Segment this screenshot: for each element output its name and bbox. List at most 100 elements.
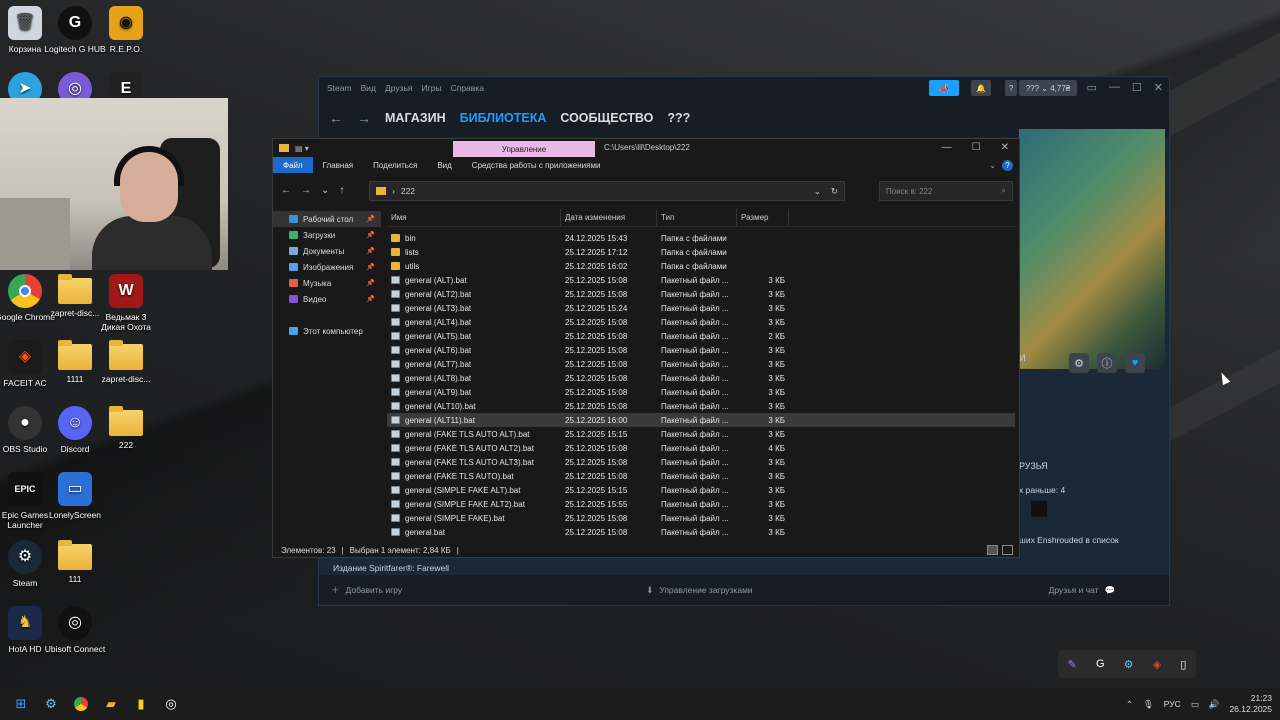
desktop-icon-111[interactable]: 111 bbox=[43, 540, 107, 584]
column-type[interactable]: Тип bbox=[657, 209, 737, 226]
back-arrow-icon[interactable]: ← bbox=[281, 185, 291, 196]
steam-icon[interactable]: ⚙ bbox=[36, 692, 66, 716]
file-row[interactable]: general (ALT3).bat 25.12.2025 15:24 Пакетн… bbox=[387, 301, 1015, 315]
tab-community[interactable]: СООБЩЕСТВО bbox=[560, 111, 653, 125]
ribbon-home[interactable]: Главная bbox=[313, 157, 363, 173]
quick-access-toolbar-icon[interactable]: ▤ ▾ bbox=[295, 144, 309, 153]
windows-start-icon[interactable]: ⊞ bbox=[6, 692, 36, 716]
steam-menu-help[interactable]: Справка bbox=[451, 83, 484, 93]
download-icon[interactable]: ⬇ bbox=[646, 585, 653, 596]
friend-avatar[interactable] bbox=[1031, 501, 1047, 517]
file-row[interactable]: general (SIMPLE FAKE ALT).bat 25.12.2025 … bbox=[387, 483, 1015, 497]
desktop-icon-zapret-2[interactable]: zapret-disc... bbox=[94, 340, 158, 384]
desktop-icon-lonelyscreen[interactable]: ▭ LonelyScreen bbox=[43, 472, 107, 520]
sidebar-item[interactable]: Загрузки 📌 bbox=[273, 227, 381, 243]
usb-icon[interactable]: ▯ bbox=[1180, 658, 1186, 671]
file-row[interactable]: general (ALT5).bat 25.12.2025 15:08 Пакетн… bbox=[387, 329, 1015, 343]
monitor-icon[interactable]: ▭ bbox=[1191, 699, 1199, 710]
chrome-icon[interactable] bbox=[66, 692, 96, 716]
file-row[interactable]: lists 25.12.2025 17:12 Папка с файлами bbox=[387, 245, 1015, 259]
large-icons-view-button[interactable] bbox=[1002, 545, 1013, 555]
app-icon[interactable]: ▮ bbox=[126, 692, 156, 716]
file-explorer-icon[interactable]: ▰ bbox=[96, 692, 126, 716]
bell-icon[interactable]: 🔔 bbox=[971, 80, 991, 96]
volume-icon[interactable]: 🔊 bbox=[1209, 699, 1220, 710]
steam-menu-steam[interactable]: Steam bbox=[327, 83, 352, 93]
steam-menu-games[interactable]: Игры bbox=[422, 83, 442, 93]
ribbon-view[interactable]: Вид bbox=[427, 157, 461, 173]
file-row[interactable]: general (FAKE TLS AUTO).bat 25.12.2025 15… bbox=[387, 469, 1015, 483]
friends-chat-button[interactable]: Друзья и чат bbox=[1049, 585, 1099, 595]
library-item-spiritfarer[interactable]: Издание Spiritfarer®: Farewell bbox=[333, 563, 449, 573]
details-view-button[interactable] bbox=[987, 545, 998, 555]
back-arrow-icon[interactable]: ← bbox=[329, 110, 343, 126]
chevron-up-icon[interactable]: ⌃ bbox=[1126, 699, 1133, 710]
ribbon-share[interactable]: Поделиться bbox=[363, 157, 427, 173]
desktop-icon-repo[interactable]: ◉ R.E.P.O. bbox=[94, 6, 158, 54]
file-row[interactable]: general (FAKE TLS AUTO ALT2).bat 25.12.20… bbox=[387, 441, 1015, 455]
column-size[interactable]: Размер bbox=[737, 209, 789, 226]
file-row[interactable]: general (ALT).bat 25.12.2025 15:08 Пакетны… bbox=[387, 273, 1015, 287]
downloads-button[interactable]: Управление загрузками bbox=[659, 585, 752, 595]
tab-manage[interactable]: Управление bbox=[453, 141, 595, 157]
account-menu[interactable]: ??? ⌄ 4,77₴ bbox=[1019, 80, 1077, 96]
maximize-icon[interactable]: ☐ bbox=[972, 142, 981, 153]
sidebar-item[interactable]: Видео 📌 bbox=[273, 291, 381, 307]
chat-icon[interactable]: 💬 bbox=[1105, 585, 1116, 596]
file-row[interactable]: general (ALT11).bat 25.12.2025 16:00 Пакет… bbox=[387, 413, 1015, 427]
file-row[interactable]: general (ALT4).bat 25.12.2025 15:08 Пакетн… bbox=[387, 315, 1015, 329]
sidebar-item[interactable]: Этот компьютер bbox=[273, 323, 381, 339]
tab-profile[interactable]: ??? bbox=[667, 111, 690, 125]
obs-icon[interactable]: ◎ bbox=[156, 692, 186, 716]
refresh-icon[interactable]: ↻ bbox=[831, 186, 838, 197]
close-icon[interactable]: ✕ bbox=[1154, 81, 1163, 94]
chevron-down-icon[interactable]: ⌄ bbox=[321, 185, 329, 196]
help-button[interactable]: ? bbox=[1005, 80, 1017, 96]
monitor-icon[interactable]: ▭ bbox=[1087, 81, 1097, 94]
megaphone-icon[interactable]: 📣 bbox=[929, 80, 959, 96]
close-icon[interactable]: ✕ bbox=[1001, 142, 1009, 153]
file-row[interactable]: general (FAKE TLS AUTO ALT3).bat 25.12.20… bbox=[387, 455, 1015, 469]
tab-store[interactable]: МАГАЗИН bbox=[385, 111, 446, 125]
forward-arrow-icon[interactable]: → bbox=[357, 110, 371, 126]
column-date[interactable]: Дата изменения bbox=[561, 209, 657, 226]
faceit-icon[interactable]: ◈ bbox=[1153, 658, 1161, 671]
file-row[interactable]: general (ALT2).bat 25.12.2025 15:08 Пакетн… bbox=[387, 287, 1015, 301]
language-indicator[interactable]: РУС bbox=[1164, 699, 1181, 709]
address-bar[interactable]: › 222 ⌄ ↻ bbox=[369, 181, 845, 201]
column-name[interactable]: Имя bbox=[387, 209, 561, 226]
plus-icon[interactable]: ＋ bbox=[331, 584, 340, 596]
maximize-icon[interactable]: ☐ bbox=[1132, 81, 1142, 94]
sidebar-item[interactable]: Изображения 📌 bbox=[273, 259, 381, 275]
sidebar-item[interactable]: Документы 📌 bbox=[273, 243, 381, 259]
file-row[interactable]: utils 25.12.2025 16:02 Папка с файлами bbox=[387, 259, 1015, 273]
info-icon[interactable]: ⓘ bbox=[1097, 353, 1117, 373]
chevron-down-icon[interactable]: ⌄ bbox=[814, 186, 821, 197]
desktop-icon-witcher[interactable]: W Ведьмак 3 Дикая Охота bbox=[94, 274, 158, 332]
file-row[interactable]: general (ALT7).bat 25.12.2025 15:08 Пакетн… bbox=[387, 357, 1015, 371]
desktop-icon-ubisoft[interactable]: ◎ Ubisoft Connect bbox=[43, 606, 107, 654]
search-input[interactable]: Поиск в: 222 ⌕ bbox=[879, 181, 1013, 201]
clock[interactable]: 21:23 26.12.2025 bbox=[1229, 693, 1272, 715]
heart-icon[interactable]: ♥ bbox=[1125, 353, 1145, 373]
sidebar-item[interactable]: Рабочий стол 📌 bbox=[273, 211, 381, 227]
minimize-icon[interactable]: — bbox=[1109, 81, 1120, 94]
help-icon[interactable]: ? bbox=[1002, 159, 1013, 171]
file-row[interactable]: general (ALT9).bat 25.12.2025 15:08 Пакетн… bbox=[387, 385, 1015, 399]
ribbon-file[interactable]: Файл bbox=[273, 157, 313, 173]
file-row[interactable]: general (ALT8).bat 25.12.2025 15:08 Пакетн… bbox=[387, 371, 1015, 385]
up-arrow-icon[interactable]: ↑ bbox=[339, 185, 344, 196]
file-row[interactable]: general (ALT10).bat 25.12.2025 15:08 Пакет… bbox=[387, 399, 1015, 413]
steam-icon[interactable]: ⚙ bbox=[1124, 658, 1134, 671]
file-row[interactable]: general.bat 25.12.2025 15:08 Пакетный файл… bbox=[387, 525, 1015, 537]
gear-icon[interactable]: ⚙ bbox=[1069, 353, 1089, 373]
file-row[interactable]: general (ALT6).bat 25.12.2025 15:08 Пакетн… bbox=[387, 343, 1015, 357]
explorer-window[interactable]: ▤ ▾ Управление C:\Users\lil\Desktop\222 … bbox=[272, 138, 1020, 558]
forward-arrow-icon[interactable]: → bbox=[301, 185, 311, 196]
steam-menu-view[interactable]: Вид bbox=[361, 83, 376, 93]
logitech-icon[interactable]: G bbox=[1096, 658, 1105, 670]
chevron-down-icon[interactable]: ⌄ bbox=[989, 161, 996, 170]
pen-icon[interactable]: ✎ bbox=[1068, 658, 1077, 671]
minimize-icon[interactable]: — bbox=[942, 142, 952, 153]
file-row[interactable]: general (SIMPLE FAKE).bat 25.12.2025 15:0… bbox=[387, 511, 1015, 525]
